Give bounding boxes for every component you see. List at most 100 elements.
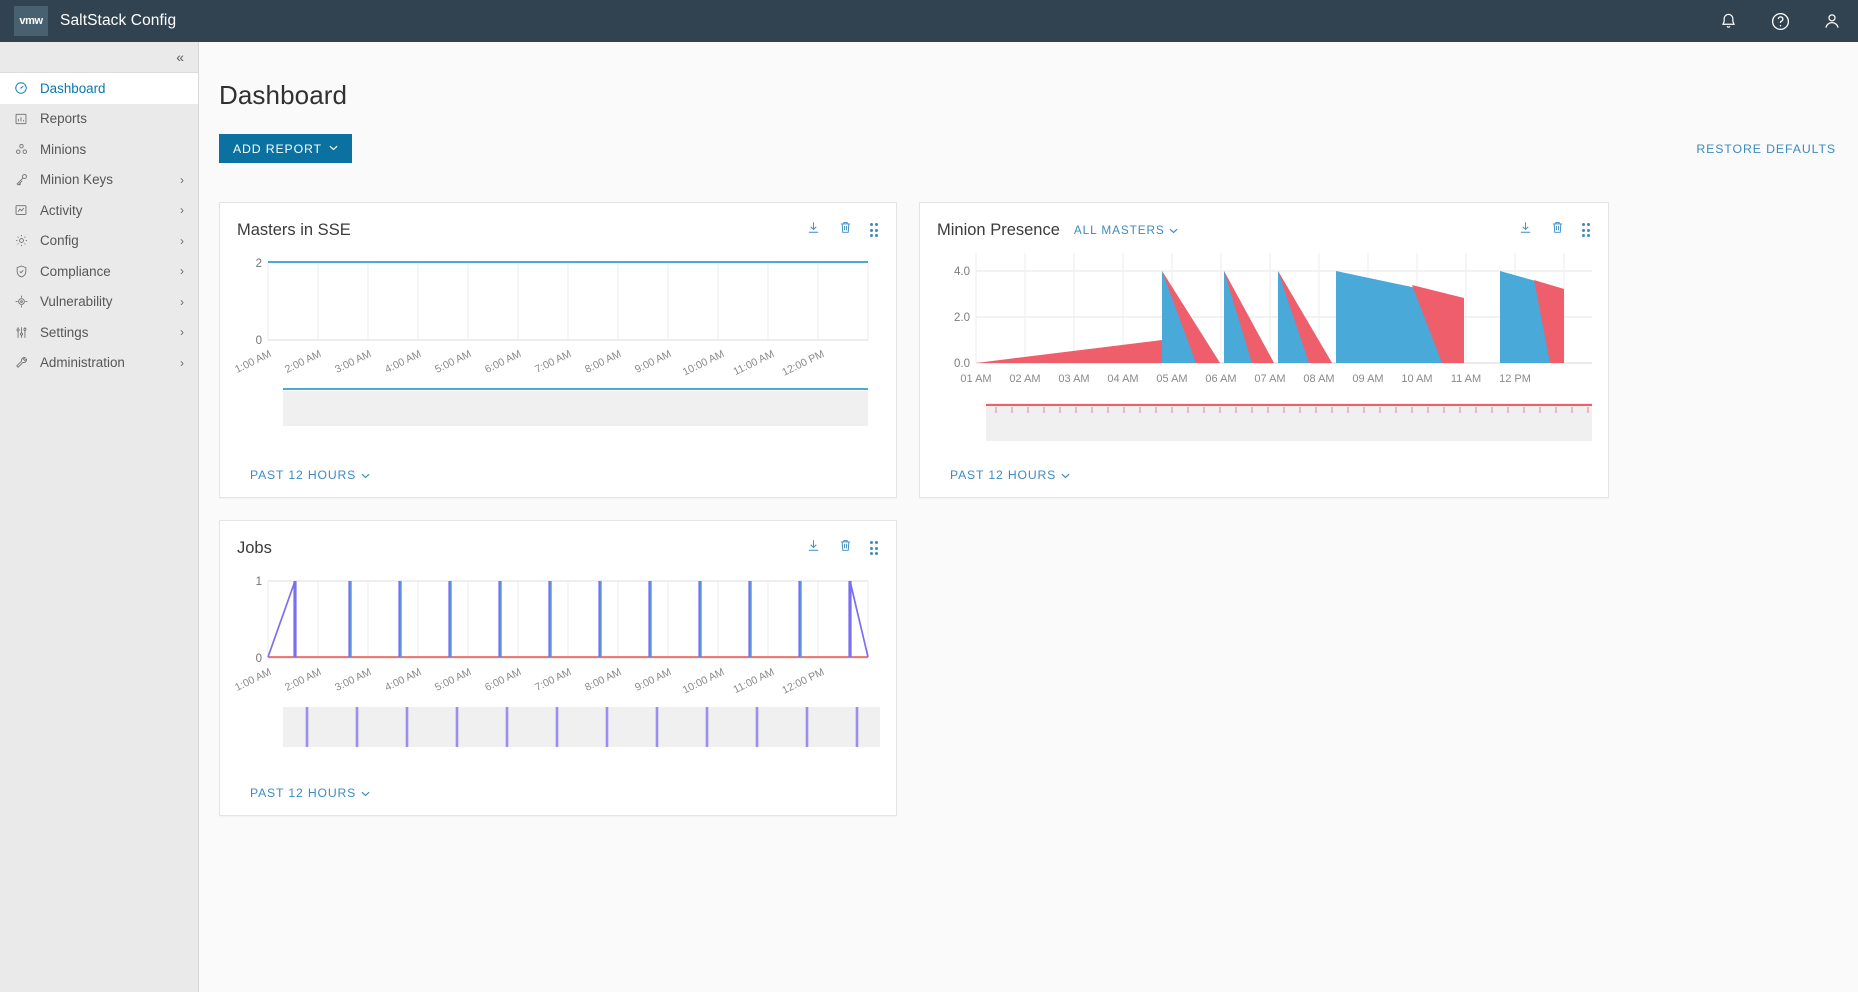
svg-text:1: 1 xyxy=(256,576,262,588)
card-title: Masters in SSE xyxy=(237,220,351,239)
minions-icon xyxy=(14,142,33,157)
main-content: Dashboard ADD REPORT RESTORE DEFAULTS Ma… xyxy=(199,42,1858,992)
card-header: Jobs xyxy=(220,521,896,558)
card-jobs: Jobs 1 0 1:00 AM 2:00 AM 3:00 AM 4:00 AM… xyxy=(219,520,897,816)
add-report-button[interactable]: ADD REPORT xyxy=(219,134,352,163)
bell-icon[interactable] xyxy=(1702,0,1754,42)
sidebar-item-label: Vulnerability xyxy=(40,294,113,310)
sidebar-item-label: Minions xyxy=(40,141,87,157)
card-tools xyxy=(806,220,878,240)
header-actions xyxy=(1702,0,1858,42)
key-icon xyxy=(14,172,33,187)
sidebar-item-minions[interactable]: Minions xyxy=(0,134,198,165)
svg-text:6:00 AM: 6:00 AM xyxy=(483,666,523,694)
sidebar-item-minion-keys[interactable]: Minion Keys › xyxy=(0,165,198,196)
sliders-icon xyxy=(14,325,33,340)
download-icon[interactable] xyxy=(806,538,821,558)
svg-text:05 AM: 05 AM xyxy=(1156,373,1187,385)
card-header: Minion Presence ALL MASTERS xyxy=(920,203,1608,240)
page-title: Dashboard xyxy=(219,80,348,110)
top-header: vmw SaltStack Config xyxy=(0,0,1858,42)
sidebar-collapse-row: « xyxy=(0,42,198,73)
sidebar-item-label: Administration xyxy=(40,355,125,371)
chevron-right-icon: › xyxy=(180,203,184,218)
chart-jobs: 1 0 1:00 AM 2:00 AM 3:00 AM 4:00 AM 5:00… xyxy=(220,558,896,807)
chevron-down-icon xyxy=(361,468,370,482)
time-range-label: PAST 12 HOURS xyxy=(250,786,357,800)
download-icon[interactable] xyxy=(806,220,821,240)
time-range-selector[interactable]: PAST 12 HOURS xyxy=(250,786,370,800)
chevron-down-icon xyxy=(1169,223,1178,237)
chevron-down-icon xyxy=(361,786,370,800)
svg-text:0.0: 0.0 xyxy=(954,358,970,370)
download-icon[interactable] xyxy=(1518,220,1533,240)
time-range-selector[interactable]: PAST 12 HOURS xyxy=(950,468,1070,482)
card-title: Minion Presence xyxy=(937,220,1060,239)
collapse-sidebar-button[interactable]: « xyxy=(172,48,188,66)
svg-text:8:00 AM: 8:00 AM xyxy=(583,666,623,694)
user-icon[interactable] xyxy=(1806,0,1858,42)
svg-text:2: 2 xyxy=(256,258,262,270)
dashboard-cards: Masters in SSE 2 0 1:00 AM 2:00 AM 3:00 … xyxy=(219,202,1858,816)
help-icon[interactable] xyxy=(1754,0,1806,42)
svg-text:9:00 AM: 9:00 AM xyxy=(633,348,673,376)
svg-text:12:00 PM: 12:00 PM xyxy=(780,666,826,697)
svg-text:5:00 AM: 5:00 AM xyxy=(433,348,473,376)
svg-text:2.0: 2.0 xyxy=(954,312,970,324)
all-masters-label: ALL MASTERS xyxy=(1073,223,1165,237)
svg-text:11:00 AM: 11:00 AM xyxy=(731,348,776,378)
sidebar-item-compliance[interactable]: Compliance › xyxy=(0,256,198,287)
sidebar-item-label: Dashboard xyxy=(40,80,106,96)
vmware-logo: vmw xyxy=(14,6,48,36)
app-title: SaltStack Config xyxy=(60,12,177,29)
dashboard-icon xyxy=(14,81,33,95)
card-title: Jobs xyxy=(237,538,272,557)
svg-text:01 AM: 01 AM xyxy=(960,373,991,385)
sidebar-item-label: Config xyxy=(40,233,79,249)
sidebar-item-administration[interactable]: Administration › xyxy=(0,348,198,379)
svg-text:4:00 AM: 4:00 AM xyxy=(383,348,423,376)
trash-icon[interactable] xyxy=(838,220,853,240)
reports-icon xyxy=(14,112,33,126)
svg-text:02 AM: 02 AM xyxy=(1009,373,1040,385)
svg-text:10:00 AM: 10:00 AM xyxy=(681,348,726,378)
svg-text:8:00 AM: 8:00 AM xyxy=(583,348,623,376)
svg-text:7:00 AM: 7:00 AM xyxy=(533,666,573,694)
chevron-right-icon: › xyxy=(180,325,184,340)
time-range-label: PAST 12 HOURS xyxy=(950,468,1057,482)
svg-text:2:00 AM: 2:00 AM xyxy=(283,348,323,376)
sidebar-item-config[interactable]: Config › xyxy=(0,226,198,257)
chevron-right-icon: › xyxy=(180,172,184,187)
sidebar-item-dashboard[interactable]: Dashboard xyxy=(0,73,198,104)
sidebar-item-label: Minion Keys xyxy=(40,172,113,188)
chevron-right-icon: › xyxy=(180,294,184,309)
card-tools xyxy=(806,538,878,558)
chart-masters-in-sse: 2 0 1:00 AM 2:00 AM 3:00 AM 4:00 AM 5:00… xyxy=(220,240,896,489)
chevron-right-icon: › xyxy=(180,355,184,370)
sidebar-item-vulnerability[interactable]: Vulnerability › xyxy=(0,287,198,318)
time-range-selector[interactable]: PAST 12 HOURS xyxy=(250,468,370,482)
sidebar-item-reports[interactable]: Reports xyxy=(0,104,198,135)
svg-text:11 AM: 11 AM xyxy=(1451,373,1481,385)
svg-text:9:00 AM: 9:00 AM xyxy=(633,666,673,694)
drag-handle-icon[interactable] xyxy=(869,223,878,237)
svg-text:6:00 AM: 6:00 AM xyxy=(483,348,523,376)
svg-text:03 AM: 03 AM xyxy=(1058,373,1089,385)
drag-handle-icon[interactable] xyxy=(1581,223,1590,237)
chevron-down-icon xyxy=(329,144,338,153)
sidebar-item-label: Activity xyxy=(40,202,83,218)
drag-handle-icon[interactable] xyxy=(869,541,878,555)
chevron-right-icon: › xyxy=(180,233,184,248)
sidebar-item-label: Settings xyxy=(40,324,89,340)
sidebar-item-settings[interactable]: Settings › xyxy=(0,317,198,348)
restore-defaults-button[interactable]: RESTORE DEFAULTS xyxy=(1696,142,1836,156)
shield-check-icon xyxy=(14,264,33,279)
trash-icon[interactable] xyxy=(1550,220,1565,240)
svg-text:3:00 AM: 3:00 AM xyxy=(333,666,373,694)
svg-text:06 AM: 06 AM xyxy=(1205,373,1236,385)
all-masters-filter[interactable]: ALL MASTERS xyxy=(1074,223,1178,237)
sidebar-item-activity[interactable]: Activity › xyxy=(0,195,198,226)
trash-icon[interactable] xyxy=(838,538,853,558)
sidebar-item-label: Reports xyxy=(40,111,87,127)
svg-text:10:00 AM: 10:00 AM xyxy=(681,666,726,696)
